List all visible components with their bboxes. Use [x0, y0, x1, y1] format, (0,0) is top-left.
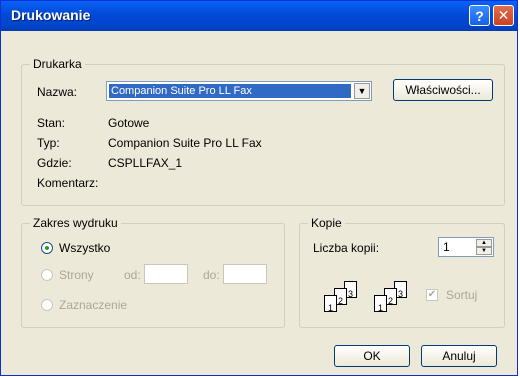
arrow-up-icon[interactable]: ▲	[476, 239, 492, 247]
page-icon: 1	[374, 295, 387, 313]
print-dialog: Drukowanie ? ✕ Drukarka Nazwa: Companion…	[0, 0, 518, 376]
print-range-group-label: Zakres wydruku	[30, 216, 121, 230]
comment-label: Komentarz:	[37, 176, 99, 190]
printer-name-label: Nazwa:	[37, 85, 78, 99]
status-value: Gotowe	[108, 116, 150, 130]
range-pages-radio[interactable]	[41, 269, 53, 281]
range-to-label: do:	[203, 268, 220, 282]
close-icon[interactable]: ✕	[493, 5, 514, 26]
cancel-button[interactable]: Anuluj	[421, 345, 497, 367]
printer-name-select[interactable]: Companion Suite Pro LL Fax ▼	[106, 81, 372, 101]
copies-group-label: Kopie	[308, 216, 345, 230]
help-icon[interactable]: ?	[469, 5, 490, 26]
collate-checkbox[interactable]: ✔	[426, 289, 438, 301]
collate-label[interactable]: Sortuj	[446, 288, 477, 302]
ok-button[interactable]: OK	[334, 345, 410, 367]
range-all-label[interactable]: Wszystko	[59, 241, 110, 255]
type-value: Companion Suite Pro LL Fax	[108, 136, 262, 150]
where-label: Gdzie:	[37, 156, 72, 170]
title-bar[interactable]: Drukowanie ? ✕	[1, 1, 517, 31]
range-from-label: od:	[124, 268, 141, 282]
window-title: Drukowanie	[11, 7, 91, 23]
printer-name-value: Companion Suite Pro LL Fax	[109, 84, 351, 98]
range-all-radio[interactable]	[41, 242, 53, 254]
range-selection-radio[interactable]	[41, 299, 53, 311]
copies-count-label: Liczba kopii:	[313, 241, 380, 255]
copies-count-value[interactable]: 1	[443, 240, 450, 254]
range-pages-label[interactable]: Strony	[59, 268, 94, 282]
type-label: Typ:	[37, 136, 60, 150]
range-to-input[interactable]	[223, 264, 267, 284]
page-icon: 1	[324, 295, 337, 313]
chevron-down-icon[interactable]: ▼	[354, 83, 370, 99]
arrow-down-icon[interactable]: ▼	[476, 247, 492, 255]
copies-count-spinner[interactable]: 1 ▲ ▼	[438, 237, 494, 257]
range-selection-label[interactable]: Zaznaczenie	[59, 298, 127, 312]
where-value: CSPLLFAX_1	[108, 156, 183, 170]
printer-group-label: Drukarka	[30, 57, 85, 71]
status-label: Stan:	[37, 116, 66, 130]
properties-button[interactable]: Właściwości...	[393, 79, 493, 101]
range-from-input[interactable]	[144, 264, 188, 284]
